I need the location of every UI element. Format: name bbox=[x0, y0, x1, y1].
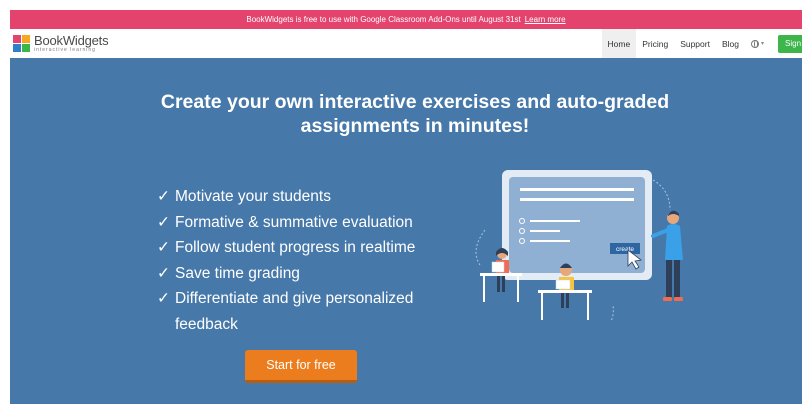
feature-item: ✓ Save time grading bbox=[157, 261, 447, 287]
hero-section: Create your own interactive exercises an… bbox=[10, 58, 802, 404]
feature-item-continued: feedback bbox=[175, 315, 238, 333]
logo-tagline: interactive learning bbox=[34, 47, 96, 53]
nav-home[interactable]: Home bbox=[601, 29, 637, 58]
board-screen bbox=[509, 177, 645, 273]
feature-item: ✓ Formative & summative evaluation bbox=[157, 210, 447, 236]
globe-icon bbox=[750, 39, 759, 48]
left-gutter bbox=[0, 0, 10, 404]
hero-title: Create your own interactive exercises an… bbox=[10, 90, 802, 138]
illustration-create-label: create bbox=[616, 246, 634, 253]
promo-banner: BookWidgets is free to use with Google C… bbox=[10, 10, 802, 29]
check-icon: ✓ bbox=[157, 264, 170, 282]
top-navbar: BookWidgets interactive learning Home Pr… bbox=[10, 29, 802, 59]
feature-item: ✓ Differentiate and give personalized bbox=[157, 286, 447, 312]
learn-more-link[interactable]: Learn more bbox=[525, 15, 566, 24]
logo-mark-icon bbox=[13, 34, 31, 53]
signup-button[interactable]: Sign bbox=[778, 34, 802, 53]
chevron-down-icon: ▾ bbox=[760, 41, 764, 47]
feature-item: ✓ Motivate your students bbox=[157, 184, 447, 210]
nav-blog[interactable]: Blog bbox=[716, 29, 745, 58]
promo-banner-text: BookWidgets is free to use with Google C… bbox=[246, 15, 521, 24]
check-icon: ✓ bbox=[157, 239, 170, 256]
feature-item: ✓ Follow student progress in realtime bbox=[157, 235, 447, 261]
hero-title-line-1: Create your own interactive exercises an… bbox=[160, 91, 670, 113]
classroom-illustration: create bbox=[475, 170, 683, 320]
hero-title-line-2: assignments in minutes! bbox=[300, 115, 530, 137]
nav-support[interactable]: Support bbox=[674, 29, 716, 58]
logo-name: BookWidgets bbox=[34, 33, 109, 48]
check-icon: ✓ bbox=[157, 213, 170, 231]
bookwidgets-logo[interactable]: BookWidgets interactive learning bbox=[13, 33, 109, 53]
feature-list: ✓ Motivate your students ✓ Formative & sum… bbox=[157, 184, 447, 337]
start-for-free-button[interactable]: Start for free bbox=[245, 350, 357, 383]
check-icon: ✓ bbox=[157, 290, 170, 307]
nav-pricing[interactable]: Pricing bbox=[636, 29, 674, 58]
check-icon: ✓ bbox=[157, 188, 170, 205]
language-selector[interactable]: ▾ bbox=[745, 29, 770, 58]
